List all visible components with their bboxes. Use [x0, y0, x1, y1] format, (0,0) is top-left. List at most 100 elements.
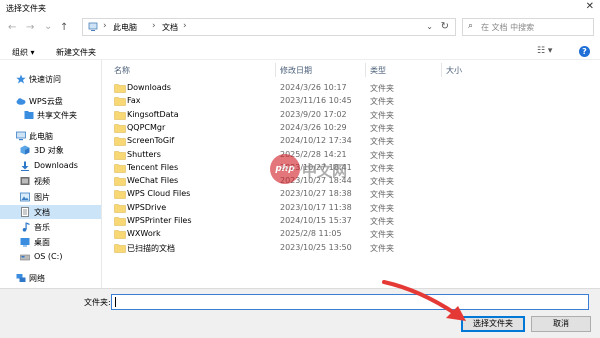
column-divider[interactable]: [365, 63, 366, 77]
sidebar-item-quick-access[interactable]: 快速访问: [0, 72, 101, 86]
select-folder-button[interactable]: 选择文件夹: [461, 316, 525, 332]
sidebar-item-label: Downloads: [34, 161, 78, 170]
sidebar-item-label: 图片: [34, 193, 50, 202]
close-icon[interactable]: ✕: [586, 1, 594, 12]
watermark-text: 中文网: [302, 162, 348, 180]
sidebar-item-label: 网络: [29, 274, 45, 283]
table-row[interactable]: KingsoftData 2023/9/20 17:02 文件夹: [110, 109, 510, 122]
sidebar-item-this-pc[interactable]: 此电脑: [0, 129, 101, 143]
cancel-button[interactable]: 取消: [531, 316, 591, 332]
table-row[interactable]: WPSPrinter Files 2024/10/15 15:37 文件夹: [110, 215, 510, 228]
table-row[interactable]: WPSDrive 2023/10/17 11:38 文件夹: [110, 202, 510, 215]
computer-icon: [16, 131, 26, 141]
search-box[interactable]: ⌕ 在 文档 中搜索: [462, 18, 594, 36]
column-divider[interactable]: [275, 63, 276, 77]
back-arrow-icon[interactable]: ←: [8, 22, 16, 33]
address-dropdown-icon[interactable]: ⌄: [426, 22, 433, 31]
column-header-row: 名称 修改日期 类型 大小: [110, 63, 590, 77]
folder-label: 文件夹:: [84, 298, 111, 307]
recent-locations-chevron-icon[interactable]: ⌄: [44, 21, 52, 32]
sidebar-item-label: 桌面: [34, 238, 50, 247]
address-bar[interactable]: › 此电脑 › 文档 › ⌄ ↻: [82, 18, 456, 36]
folder-icon: [114, 217, 126, 226]
file-name: KingsoftData: [127, 109, 179, 119]
file-date: 2023/10/27 18:38: [280, 189, 352, 199]
star-icon: [16, 74, 26, 84]
sidebar-item-wps-cloud[interactable]: WPS云盘: [0, 94, 101, 108]
sidebar-item-pictures[interactable]: 图片: [0, 190, 101, 204]
up-arrow-icon[interactable]: ↑: [60, 22, 68, 33]
file-name: WPSDrive: [127, 202, 167, 212]
file-date: 2023/9/20 17:02: [280, 109, 347, 119]
table-row[interactable]: 已扫描的文档 2023/10/25 13:50 文件夹: [110, 242, 510, 255]
file-name: Fax: [127, 96, 141, 106]
refresh-icon[interactable]: ↻: [441, 21, 449, 32]
sidebar-scrollbar[interactable]: [101, 60, 102, 288]
file-date: 2024/3/26 10:17: [280, 83, 347, 92]
file-type: 文件夹: [370, 163, 394, 173]
column-header-size[interactable]: 大小: [446, 65, 462, 76]
file-date: 2023/10/17 11:38: [280, 202, 352, 212]
table-row[interactable]: Downloads 2024/3/26 10:17 文件夹: [110, 82, 510, 95]
table-row[interactable]: Fax 2023/11/16 10:45 文件夹: [110, 95, 510, 108]
sidebar-item-label: 快速访问: [29, 75, 61, 84]
file-date: 2025/2/8 11:05: [280, 229, 342, 239]
picture-icon: [20, 192, 30, 202]
desktop-icon: [20, 238, 30, 247]
table-row[interactable]: WPS Cloud Files 2023/10/27 18:38 文件夹: [110, 188, 510, 201]
toolbar: 组织 ▾ 新建文件夹 ☷ ▾ ?: [0, 42, 600, 60]
column-header-type[interactable]: 类型: [370, 65, 386, 76]
cube-icon: [20, 145, 30, 155]
search-input[interactable]: 在 文档 中搜索: [481, 22, 534, 33]
table-row[interactable]: WXWork 2025/2/8 11:05 文件夹: [110, 228, 510, 241]
new-folder-button[interactable]: 新建文件夹: [56, 47, 96, 58]
forward-arrow-icon[interactable]: →: [26, 22, 34, 33]
title-bar: 选择文件夹 ✕: [0, 0, 600, 16]
breadcrumb-this-pc[interactable]: 此电脑: [113, 22, 137, 33]
sidebar-item-videos[interactable]: 视频: [0, 174, 101, 188]
table-row[interactable]: QQPCMgr 2024/3/26 10:29 文件夹: [110, 122, 510, 135]
sidebar-item-documents[interactable]: 文档: [0, 205, 101, 219]
table-row[interactable]: ScreenToGif 2024/10/12 17:34 文件夹: [110, 135, 510, 148]
file-date: 2023/10/25 13:50: [280, 242, 352, 252]
sidebar-item-desktop[interactable]: 桌面: [0, 235, 101, 249]
sidebar-item-label: WPS云盘: [29, 97, 63, 106]
sidebar-item-3d-objects[interactable]: 3D 对象: [0, 143, 101, 157]
column-divider[interactable]: [441, 63, 442, 77]
sidebar-item-label: 文档: [34, 208, 50, 217]
column-header-date[interactable]: 修改日期: [280, 65, 312, 76]
organize-button[interactable]: 组织 ▾: [12, 47, 35, 58]
breadcrumb-separator: ›: [103, 21, 107, 31]
document-icon: [21, 207, 29, 217]
view-options-icon[interactable]: ☷ ▾: [537, 46, 552, 56]
file-type: 文件夹: [370, 217, 394, 226]
help-icon[interactable]: ?: [579, 46, 590, 57]
search-icon: ⌕: [468, 21, 474, 31]
folder-icon: [114, 110, 126, 120]
music-icon: [22, 222, 30, 232]
php-logo: php: [270, 154, 300, 184]
download-icon: [21, 161, 29, 171]
file-type: 文件夹: [370, 123, 394, 133]
file-name: Shutters: [127, 149, 161, 159]
column-header-name[interactable]: 名称: [114, 65, 130, 76]
sidebar-item-label: 共享文件夹: [37, 111, 77, 120]
breadcrumb-documents[interactable]: 文档: [162, 22, 178, 33]
watermark: php 中文网: [270, 150, 360, 190]
navigation-pane: 快速访问 WPS云盘 共享文件夹 此电脑 3D 对象 Downloads 视频 …: [0, 60, 102, 288]
file-type: 文件夹: [370, 110, 394, 120]
file-name: Tencent Files: [127, 162, 179, 172]
sidebar-item-shared-folder[interactable]: 共享文件夹: [0, 108, 101, 122]
folder-input[interactable]: [111, 294, 589, 310]
folder-icon: [114, 124, 126, 133]
sidebar-item-music[interactable]: 音乐: [0, 220, 101, 234]
sidebar-item-label: OS (C:): [34, 252, 63, 261]
file-name: WeChat Files: [127, 176, 179, 186]
sidebar-item-downloads[interactable]: Downloads: [0, 159, 101, 173]
file-type: 文件夹: [370, 177, 394, 187]
breadcrumb-separator: ›: [183, 21, 187, 31]
sidebar-item-os-drive[interactable]: OS (C:): [0, 250, 101, 264]
text-caret: [115, 297, 116, 307]
sidebar-item-label: 3D 对象: [34, 146, 64, 155]
sidebar-item-network[interactable]: 网络: [0, 271, 101, 285]
